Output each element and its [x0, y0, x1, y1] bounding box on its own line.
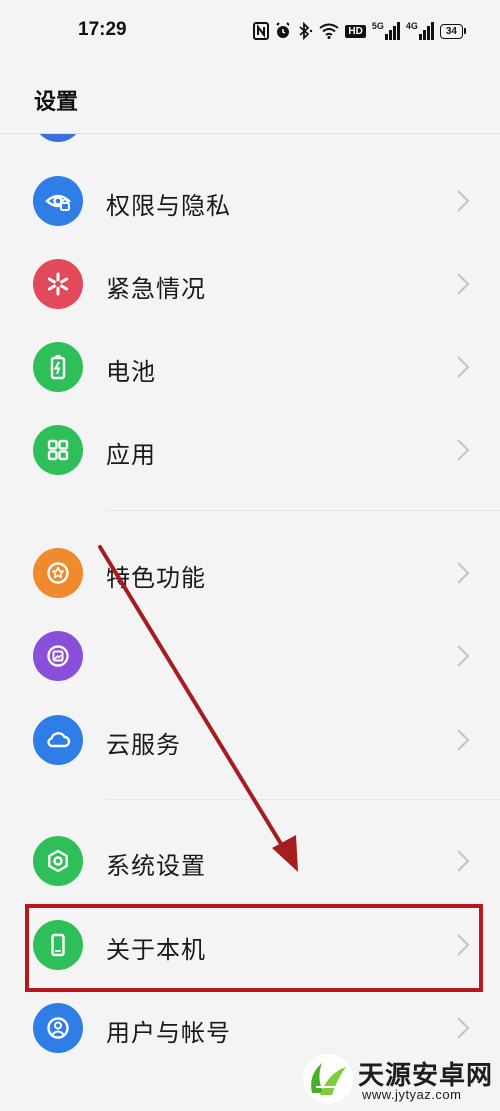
annotation-highlight-box — [25, 904, 483, 992]
watermark-url: www.jytyaz.com — [362, 1087, 462, 1102]
watermark: 天源安卓网 www.jytyaz.com — [302, 1053, 492, 1105]
watermark-logo — [303, 1054, 353, 1104]
